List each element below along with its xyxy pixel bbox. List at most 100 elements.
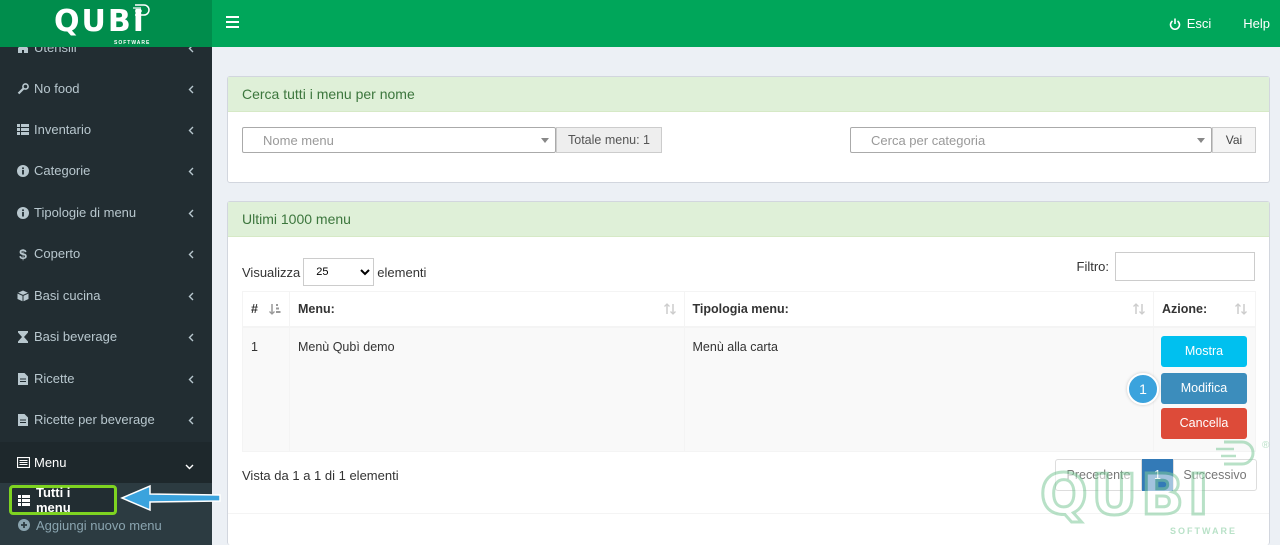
delete-button[interactable]: Cancella (1160, 407, 1247, 439)
search-panel: Cerca tutti i menu per nome Nome menu To… (227, 76, 1270, 183)
show-label: Visualizza (242, 264, 301, 280)
help-link[interactable]: Help (1243, 16, 1270, 31)
sidebar-item-label: Categorie (34, 163, 91, 178)
sidebar: Utensili No food Inventario Categorie Ti… (0, 47, 212, 545)
cube-icon (16, 289, 30, 303)
sidebar-item-label: Menu (34, 455, 67, 470)
submenu-item-label: Aggiungi nuovo menu (36, 517, 162, 533)
col-header-azione[interactable]: Azione: (1152, 291, 1257, 328)
list-icon (18, 494, 30, 506)
chevron-left-icon (188, 289, 194, 304)
menu-icon (16, 456, 30, 470)
file-icon (16, 413, 30, 427)
col-header-menu[interactable]: Menu: (288, 291, 685, 328)
power-icon (1169, 18, 1180, 30)
col-header-label: Menu: (297, 301, 335, 316)
col-header-tipologia[interactable]: Tipologia menu: (683, 291, 1154, 328)
caret-down-icon (1197, 138, 1205, 143)
category-placeholder: Cerca per categoria (871, 132, 986, 148)
sort-both-icon (663, 303, 676, 318)
hourglass-icon (16, 330, 30, 344)
search-panel-title: Cerca tutti i menu per nome (228, 77, 1269, 112)
logout-button[interactable]: Esci (1169, 16, 1212, 31)
info-icon (16, 164, 30, 178)
chevron-left-icon (188, 330, 194, 345)
edit-button[interactable]: Modifica (1160, 372, 1247, 404)
list-icon (16, 123, 30, 137)
chevron-left-icon (188, 82, 194, 97)
next-page-button[interactable]: Successivo (1173, 459, 1257, 491)
logout-label: Esci (1186, 16, 1212, 31)
sidebar-item-label: Ricette per beverage (34, 412, 155, 427)
sidebar-item-label: Utensili (34, 47, 77, 55)
cell-tipologia: Menù alla carta (683, 326, 1154, 452)
box-footer-divider (228, 513, 1269, 514)
col-header-label: Tipologia menu: (692, 301, 789, 316)
filter-control: Filtro: (1076, 252, 1255, 281)
sidebar-toggle-icon[interactable] (226, 16, 239, 28)
pagination: Precedente 1 Successivo (1055, 459, 1257, 491)
step-badge: 1 (1127, 373, 1159, 405)
menu-name-placeholder: Nome menu (263, 132, 334, 148)
sidebar-item-ricette-beverage[interactable]: Ricette per beverage (0, 399, 212, 440)
sidebar-item-coperto[interactable]: $ Coperto (0, 233, 212, 274)
submenu-item-aggiungi[interactable]: Aggiungi nuovo menu (10, 511, 170, 539)
table-row: 1 Menù Qubì demo Menù alla carta Mostra … (242, 326, 1257, 452)
plus-circle-icon (18, 519, 30, 531)
info-icon (16, 206, 30, 220)
sidebar-item-label: Ricette (34, 371, 75, 386)
dollar-icon: $ (19, 245, 27, 262)
sidebar-item-tipologie[interactable]: Tipologie di menu (0, 192, 212, 233)
col-header-label: Azione: (1161, 301, 1208, 316)
sidebar-item-label: Coperto (34, 246, 81, 261)
prev-page-button[interactable]: Precedente (1055, 459, 1142, 491)
sort-asc-icon (269, 303, 281, 318)
search-go-button[interactable]: Vai (1212, 127, 1256, 153)
home-icon (16, 47, 30, 55)
sidebar-item-basi-beverage[interactable]: Basi beverage (0, 316, 212, 357)
sidebar-item-menu[interactable]: Menu (0, 442, 212, 483)
sidebar-item-categorie[interactable]: Categorie (0, 150, 212, 191)
category-select[interactable]: Cerca per categoria (850, 127, 1212, 153)
chevron-down-icon (185, 458, 194, 473)
chevron-left-icon (188, 413, 194, 428)
chevron-left-icon (188, 206, 194, 221)
help-label: Help (1243, 16, 1270, 31)
top-navbar: QUBI SOFTWARE Esci Help (0, 0, 1280, 47)
logo[interactable]: QUBI SOFTWARE (0, 0, 212, 47)
menu-list-title: Ultimi 1000 menu (228, 202, 1269, 237)
menu-name-select[interactable]: Nome menu (242, 127, 556, 153)
filter-label: Filtro: (1076, 259, 1110, 274)
col-header-number[interactable]: # (242, 291, 290, 328)
sidebar-item-inventario[interactable]: Inventario (0, 109, 212, 150)
logo-subtitle: SOFTWARE (114, 40, 151, 46)
wrench-icon (16, 82, 30, 96)
cell-number: 1 (242, 326, 290, 452)
sidebar-item-label: Basi beverage (34, 329, 118, 344)
sidebar-item-utensili[interactable]: Utensili (0, 47, 212, 68)
elements-label: elementi (377, 264, 427, 280)
filter-input[interactable] (1115, 252, 1255, 281)
logo-mark-icon (133, 4, 150, 16)
cell-actions: Mostra Modifica Cancella (1152, 326, 1257, 452)
menu-list-panel: Ultimi 1000 menu Visualizza 25 elementi … (227, 201, 1270, 545)
menu-table: # Menu: Tipologia menu: Azione: 1 Menù Q… (242, 291, 1257, 452)
length-control: Visualizza 25 elementi (242, 258, 426, 286)
page-1-button[interactable]: 1 (1142, 459, 1173, 491)
page-size-select[interactable]: 25 (303, 258, 375, 286)
sidebar-item-no-food[interactable]: No food (0, 68, 212, 109)
chevron-left-icon (188, 164, 194, 179)
col-header-label: # (251, 301, 258, 316)
table-info: Vista da 1 a 1 di 1 elementi (242, 468, 399, 483)
sidebar-item-basi-cucina[interactable]: Basi cucina (0, 275, 212, 316)
annotation-arrow-icon (120, 484, 221, 512)
show-button[interactable]: Mostra (1160, 335, 1247, 367)
sidebar-item-label: Tipologie di menu (34, 205, 137, 220)
chevron-left-icon (188, 372, 194, 387)
sidebar-item-label: Inventario (34, 122, 92, 137)
table-header-row: # Menu: Tipologia menu: Azione: (242, 291, 1257, 328)
sidebar-item-label: No food (34, 81, 80, 96)
sidebar-item-ricette[interactable]: Ricette (0, 358, 212, 399)
chevron-left-icon (188, 123, 194, 138)
caret-down-icon (541, 138, 549, 143)
